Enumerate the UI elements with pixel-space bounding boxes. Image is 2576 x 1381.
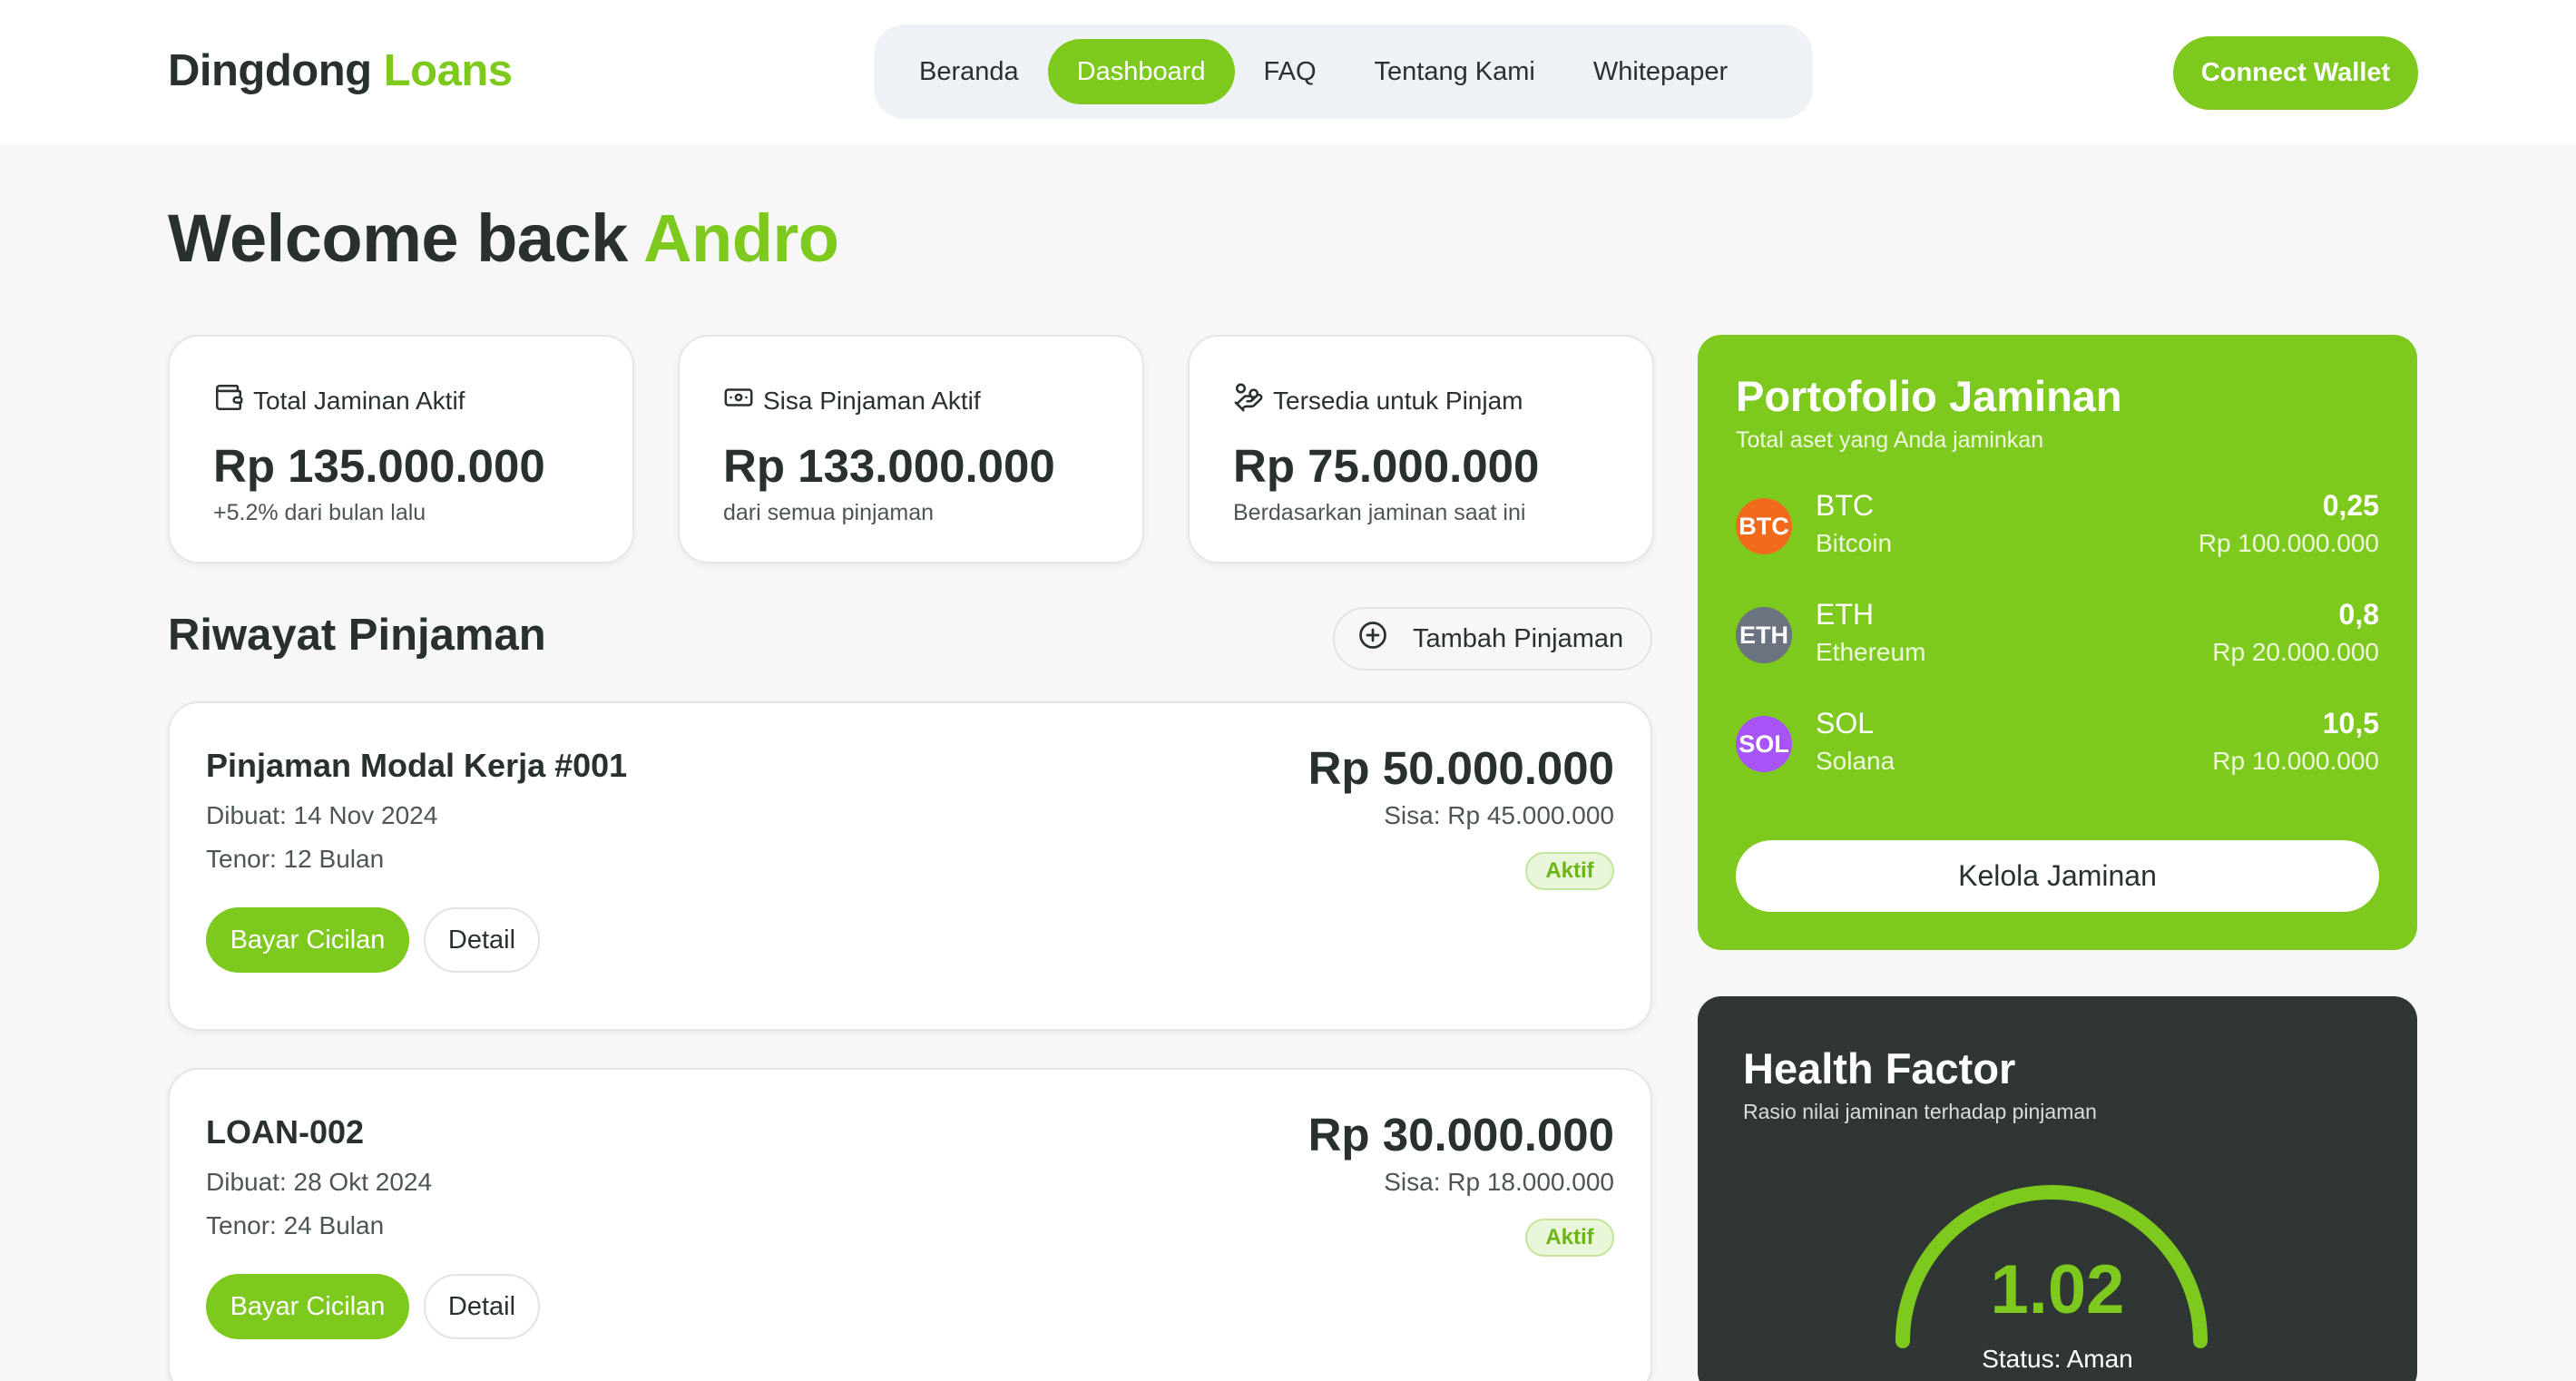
loan-remaining: Sisa: Rp 18.000.000 — [1384, 1168, 1614, 1196]
add-loan-label: Tambah Pinjaman — [1413, 623, 1624, 653]
stat-label: Total Jaminan Aktif — [253, 386, 465, 415]
loan-card: LOAN-002 Dibuat: 28 Okt 2024 Tenor: 24 B… — [168, 1068, 1652, 1381]
asset-row-btc[interactable]: BTC BTC Bitcoin 0,25 Rp 100.000.000 — [1736, 489, 2379, 562]
loan-amount: Rp 30.000.000 — [1308, 1109, 1614, 1161]
wallet-icon — [213, 382, 244, 419]
loan-amount: Rp 50.000.000 — [1308, 742, 1614, 794]
stat-card-sisa-pinjaman: Sisa Pinjaman Aktif Rp 133.000.000 dari … — [678, 335, 1144, 563]
loan-created-date: Dibuat: 28 Okt 2024 — [206, 1168, 433, 1196]
portfolio-title: Portofolio Jaminan — [1736, 372, 2122, 420]
asset-value: Rp 20.000.000 — [2212, 638, 2379, 666]
asset-symbol: ETH — [1816, 598, 1874, 631]
sol-coin-icon: SOL — [1736, 716, 1792, 772]
stat-subtext: Berdasarkan jaminan saat ini — [1233, 500, 1526, 525]
loan-created-date: Dibuat: 14 Nov 2024 — [206, 801, 438, 829]
health-factor-subtitle: Rasio nilai jaminan terhadap pinjaman — [1743, 1100, 2097, 1123]
connect-wallet-button[interactable]: Connect Wallet — [2173, 36, 2418, 110]
plus-circle-icon — [1357, 619, 1389, 659]
asset-name: Solana — [1816, 747, 1895, 775]
asset-value: Rp 100.000.000 — [2198, 529, 2379, 557]
banknote-icon — [723, 382, 754, 419]
loan-history-title: Riwayat Pinjaman — [168, 611, 546, 660]
asset-symbol: SOL — [1816, 707, 1875, 739]
welcome-name: Andro — [643, 201, 839, 276]
nav-item-whitepaper[interactable]: Whitepaper — [1564, 39, 1757, 104]
stat-label: Tersedia untuk Pinjam — [1273, 386, 1523, 415]
stat-value: Rp 75.000.000 — [1233, 440, 1540, 492]
nav-item-faq[interactable]: FAQ — [1235, 39, 1346, 104]
loan-title: LOAN-002 — [206, 1113, 365, 1151]
status-badge: Aktif — [1525, 1219, 1614, 1257]
main-nav: Beranda Dashboard FAQ Tentang Kami White… — [874, 24, 1813, 119]
health-status: Status: Aman — [1982, 1345, 2133, 1373]
stat-subtext: +5.2% dari bulan lalu — [213, 500, 426, 525]
loan-title: Pinjaman Modal Kerja #001 — [206, 747, 628, 784]
collateral-portfolio-card: Portofolio Jaminan Total aset yang Anda … — [1698, 335, 2417, 950]
brand-logo[interactable]: Dingdong Loans — [168, 45, 513, 96]
stat-value: Rp 133.000.000 — [723, 440, 1055, 492]
asset-name: Ethereum — [1816, 638, 1926, 666]
top-header: Dingdong Loans Beranda Dashboard FAQ Ten… — [0, 0, 2576, 144]
detail-button[interactable]: Detail — [424, 1274, 540, 1339]
stat-subtext: dari semua pinjaman — [723, 500, 935, 525]
pay-installment-button[interactable]: Bayar Cicilan — [206, 1274, 409, 1339]
portfolio-subtitle: Total aset yang Anda jaminkan — [1736, 427, 2044, 453]
pay-installment-button[interactable]: Bayar Cicilan — [206, 907, 409, 973]
nav-item-dashboard[interactable]: Dashboard — [1047, 39, 1235, 104]
eth-coin-icon: ETH — [1736, 607, 1792, 663]
asset-quantity: 0,25 — [2322, 489, 2379, 522]
asset-quantity: 10,5 — [2322, 707, 2379, 739]
logo-main-text: Dingdong — [168, 46, 372, 95]
add-loan-button[interactable]: Tambah Pinjaman — [1333, 607, 1652, 671]
manage-collateral-button[interactable]: Kelola Jaminan — [1736, 840, 2379, 912]
btc-coin-icon: BTC — [1736, 498, 1792, 554]
asset-quantity: 0,8 — [2338, 598, 2379, 631]
asset-value: Rp 10.000.000 — [2212, 747, 2379, 775]
asset-row-eth[interactable]: ETH ETH Ethereum 0,8 Rp 20.000.000 — [1736, 598, 2379, 671]
welcome-prefix: Welcome back — [168, 201, 628, 276]
stat-value: Rp 135.000.000 — [213, 440, 545, 492]
loan-card: Pinjaman Modal Kerja #001 Dibuat: 14 Nov… — [168, 701, 1652, 1031]
stat-card-tersedia: Tersedia untuk Pinjam Rp 75.000.000 Berd… — [1188, 335, 1654, 563]
loan-remaining: Sisa: Rp 45.000.000 — [1384, 801, 1614, 829]
loan-tenor: Tenor: 24 Bulan — [206, 1211, 385, 1239]
status-badge: Aktif — [1525, 852, 1614, 890]
asset-symbol: BTC — [1816, 489, 1874, 522]
asset-row-sol[interactable]: SOL SOL Solana 10,5 Rp 10.000.000 — [1736, 707, 2379, 779]
stat-card-total-jaminan: Total Jaminan Aktif Rp 135.000.000 +5.2%… — [168, 335, 634, 563]
health-factor-title: Health Factor — [1743, 1044, 2016, 1092]
health-factor-card: Health Factor Rasio nilai jaminan terhad… — [1698, 996, 2417, 1381]
logo-accent-text: Loans — [383, 46, 513, 95]
nav-item-beranda[interactable]: Beranda — [890, 39, 1048, 104]
health-factor-value: 1.02 — [1990, 1251, 2125, 1328]
loan-tenor: Tenor: 12 Bulan — [206, 845, 385, 873]
nav-item-tentang-kami[interactable]: Tentang Kami — [1346, 39, 1564, 104]
hand-coins-icon — [1233, 382, 1264, 419]
page-title: Welcome back Andro — [168, 200, 839, 277]
asset-name: Bitcoin — [1816, 529, 1893, 557]
stat-label: Sisa Pinjaman Aktif — [763, 386, 981, 415]
detail-button[interactable]: Detail — [424, 907, 540, 973]
